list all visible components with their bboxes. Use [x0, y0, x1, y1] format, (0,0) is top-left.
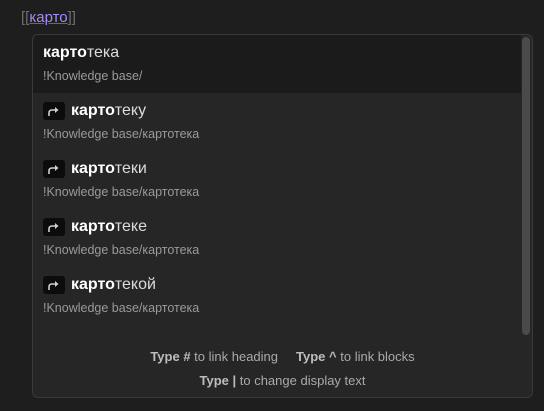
instruction-purpose: to change display text: [239, 373, 366, 388]
alias-arrow-icon: [43, 102, 65, 120]
instruction-heading: Type # to link heading: [150, 345, 278, 369]
instruction-command: Type ^: [296, 349, 337, 364]
suggestion-match: карто: [71, 102, 115, 119]
editor-link-input[interactable]: [[карто]]: [21, 8, 76, 28]
suggestion-title: карто теки: [43, 158, 147, 180]
suggestion-title: карто текой: [43, 274, 156, 296]
close-brackets: ]]: [67, 9, 76, 26]
alias-arrow-icon: [43, 160, 65, 178]
suggestion-rest: тека: [86, 44, 120, 61]
typed-query: карто: [29, 9, 68, 26]
suggestion-item[interactable]: карто теку !Knowledge base/картотека: [33, 93, 521, 151]
suggestion-path: !Knowledge base/картотека: [43, 301, 200, 315]
suggestion-path: !Knowledge base/: [43, 69, 143, 83]
suggestion-title: карто теке: [43, 216, 147, 238]
suggestion-item[interactable]: карто теке !Knowledge base/картотека: [33, 209, 521, 267]
suggestion-path: !Knowledge base/картотека: [43, 127, 200, 141]
suggestion-match: карто: [71, 276, 115, 293]
suggestion-match: карто: [43, 44, 87, 61]
instruction-purpose: to link blocks: [340, 349, 415, 364]
instructions-footer: Type # to link heading Type ^ to link blo…: [33, 345, 532, 393]
suggestion-item[interactable]: карто текой !Knowledge base/картотека: [33, 267, 521, 325]
suggestion-item[interactable]: карто тека !Knowledge base/: [33, 35, 521, 93]
instruction-blocks: Type ^ to link blocks: [296, 345, 415, 369]
suggestion-match: карто: [71, 218, 115, 235]
instruction-display-text: Type | to change display text: [199, 369, 365, 393]
suggestion-rest: теки: [114, 160, 147, 177]
suggestion-title: карто теку: [43, 100, 146, 122]
suggestion-title: карто тека: [43, 42, 119, 64]
suggestion-item[interactable]: карто теки !Knowledge base/картотека: [33, 151, 521, 209]
suggestion-rest: теку: [114, 102, 147, 119]
suggestion-path: !Knowledge base/картотека: [43, 243, 200, 257]
alias-arrow-icon: [43, 218, 65, 236]
suggestion-rest: текой: [114, 276, 156, 293]
scrollbar-thumb[interactable]: [522, 37, 530, 335]
suggestion-rest: теке: [114, 218, 147, 235]
suggestion-match: карто: [71, 160, 115, 177]
suggestion-list: карто тека !Knowledge base/ карто теку !Kn…: [33, 35, 521, 337]
instruction-purpose: to link heading: [194, 349, 279, 364]
link-suggestion-popover: карто тека !Knowledge base/ карто теку !Kn…: [32, 34, 533, 398]
suggestion-path: !Knowledge base/картотека: [43, 185, 200, 199]
suggestion-scrollbar[interactable]: [522, 37, 530, 335]
alias-arrow-icon: [43, 276, 65, 294]
instruction-command: Type |: [199, 373, 237, 388]
instruction-command: Type #: [150, 349, 191, 364]
